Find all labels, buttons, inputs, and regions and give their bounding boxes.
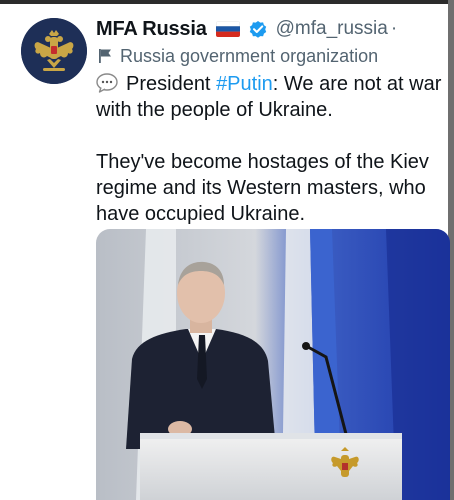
russia-flag-icon [215, 21, 240, 37]
tweet-line-5: have occupied Ukraine. [96, 203, 306, 225]
tweet-line-3: They've become hostages of the Kiev [96, 151, 429, 173]
tweet-line-2: with the people of Ukraine. [96, 99, 333, 121]
eagle-emblem-icon [21, 18, 87, 84]
author-row: MFA Russia @mfa_russia · [96, 14, 397, 44]
speech-balloon-icon [96, 73, 118, 93]
display-name[interactable]: MFA Russia [96, 18, 207, 41]
text-suffix: : We are not at war [272, 73, 442, 95]
verified-badge-icon [248, 19, 268, 39]
tweet-line-4: regime and its Western masters, who [96, 177, 426, 199]
top-divider [0, 0, 454, 4]
text-prefix: President [126, 73, 217, 95]
tweet-line-1: President #Putin: We are not at war [96, 71, 442, 97]
avatar[interactable] [21, 18, 87, 84]
affiliation-text: Russia government organization [120, 45, 379, 66]
tweet-photo[interactable] [96, 229, 450, 500]
photo-image [96, 229, 450, 500]
handle[interactable]: @mfa_russia [276, 18, 388, 40]
flag-icon [99, 49, 111, 63]
separator-dot: · [390, 18, 398, 39]
affiliation-label: Russia government organization [98, 45, 378, 67]
tweet-body: President #Putin: We are not at war with… [96, 71, 442, 227]
hashtag-link[interactable]: #Putin [216, 73, 273, 95]
